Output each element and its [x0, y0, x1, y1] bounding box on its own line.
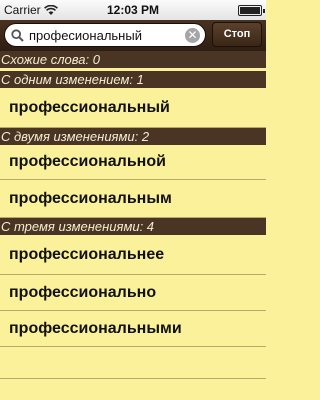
section-header-three-changes: С тремя изменениями: 4 [0, 218, 266, 235]
list-item[interactable]: профессиональнее [0, 235, 266, 275]
list-item[interactable]: профессиональный [0, 88, 266, 128]
battery-icon [238, 5, 265, 16]
section-header-one-change: С одним изменением: 1 [0, 71, 266, 88]
section-header-similar: Схожие слова: 0 [0, 51, 266, 68]
section-header-two-changes: С двумя изменениями: 2 [0, 128, 266, 145]
search-query: професиональный [29, 28, 142, 43]
list-item[interactable]: профессиональными [0, 311, 266, 347]
search-icon [11, 29, 24, 42]
list-item[interactable]: профессиональной [0, 145, 266, 180]
status-bar: Carrier 12:03 PM [0, 0, 266, 20]
clear-icon[interactable]: ✕ [185, 28, 200, 43]
clock: 12:03 PM [106, 3, 160, 17]
search-input[interactable]: професиональный ✕ [4, 23, 206, 47]
empty-row [0, 347, 266, 379]
stop-button[interactable]: Стоп [212, 22, 262, 47]
list-item[interactable]: профессиональным [0, 180, 266, 218]
list-item[interactable]: профессионально [0, 275, 266, 311]
empty-row [0, 379, 266, 400]
